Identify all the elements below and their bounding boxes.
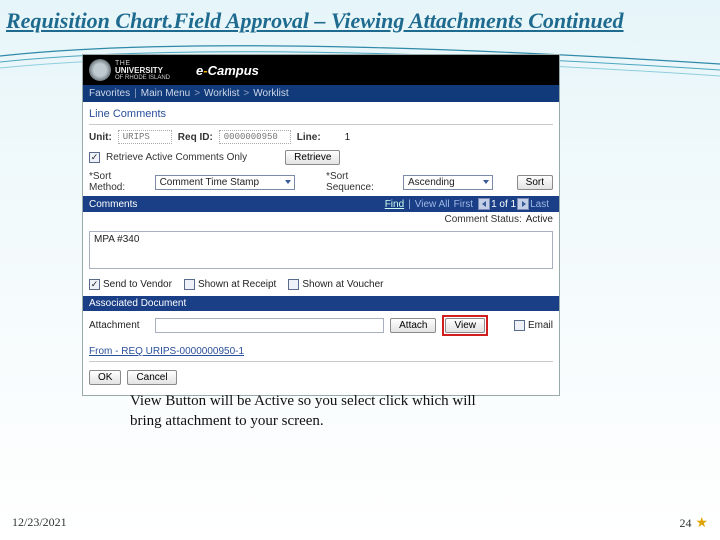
comment-textarea[interactable]: MPA #340: [89, 231, 553, 269]
section-line-comments: Line Comments: [83, 102, 559, 122]
attachment-field[interactable]: [155, 318, 384, 333]
nav-mainmenu[interactable]: Main Menu: [141, 88, 190, 99]
shown-receipt-label: Shown at Receipt: [198, 279, 276, 290]
app-screenshot: THE UNIVERSITY OF RHODE ISLAND e-Campus …: [82, 54, 560, 396]
line-label: Line:: [297, 132, 321, 143]
email-checkbox[interactable]: [514, 320, 525, 331]
attach-button[interactable]: Attach: [390, 318, 436, 333]
unit-value: URIPS: [118, 130, 172, 144]
attachment-label: Attachment: [89, 320, 149, 331]
find-link[interactable]: Find: [385, 199, 404, 210]
uri-line2: UNIVERSITY: [115, 67, 170, 75]
unit-label: Unit:: [89, 132, 112, 143]
nav-worklist1[interactable]: Worklist: [204, 88, 239, 99]
star-icon: ★: [695, 515, 708, 532]
last-link[interactable]: Last: [530, 199, 549, 210]
view-button-highlight: View: [442, 315, 488, 336]
comments-bar: Comments Find | View All First 1 of 1 La…: [83, 196, 559, 212]
slide-title: Requisition Chart.Field Approval – Viewi…: [0, 0, 720, 40]
ecampus-brand: e-Campus: [196, 63, 259, 78]
email-label: Email: [528, 320, 553, 331]
nav-worklist2[interactable]: Worklist: [253, 88, 288, 99]
ecampus-rest: Campus: [208, 63, 259, 78]
comment-status-value: Active: [526, 214, 553, 225]
ok-button[interactable]: OK: [89, 370, 121, 385]
slide-page-number: 24: [679, 516, 691, 531]
line-value: 1: [345, 132, 351, 143]
from-req-link[interactable]: From - REQ URIPS-0000000950-1: [83, 340, 559, 359]
sortmethod-label: *Sort Method:: [89, 171, 149, 193]
shown-voucher-label: Shown at Voucher: [302, 279, 383, 290]
app-header: THE UNIVERSITY OF RHODE ISLAND e-Campus: [83, 55, 559, 85]
associated-document-bar: Associated Document: [83, 296, 559, 311]
sortseq-select[interactable]: Ascending: [403, 175, 493, 190]
sortseq-label: *Sort Sequence:: [326, 171, 397, 193]
cancel-button[interactable]: Cancel: [127, 370, 176, 385]
retrieve-button[interactable]: Retrieve: [285, 150, 340, 165]
slide-caption: View Button will be Active so you select…: [130, 392, 490, 431]
uri-line3: OF RHODE ISLAND: [115, 75, 170, 81]
reqid-label: Req ID:: [178, 132, 213, 143]
comment-status-label: Comment Status:: [445, 214, 522, 225]
retrieve-active-checkbox[interactable]: ✓: [89, 152, 100, 163]
viewall-link[interactable]: View All: [415, 199, 450, 210]
breadcrumb-sep: >: [194, 88, 200, 99]
shown-receipt-checkbox[interactable]: [184, 279, 195, 290]
retrieve-active-label: Retrieve Active Comments Only: [106, 152, 247, 163]
slide-date: 12/23/2021: [12, 515, 67, 532]
crest-icon: [89, 59, 111, 81]
reqid-value: 0000000950: [219, 130, 291, 144]
university-logo: THE UNIVERSITY OF RHODE ISLAND: [83, 57, 176, 83]
nav-favorites[interactable]: Favorites: [89, 88, 130, 99]
send-vendor-label: Send to Vendor: [103, 279, 172, 290]
pager-count: 1 of 1: [491, 199, 516, 210]
comments-bar-label: Comments: [89, 199, 137, 210]
view-button[interactable]: View: [445, 318, 485, 333]
breadcrumb-nav: Favorites | Main Menu > Worklist > Workl…: [83, 85, 559, 102]
pager-next-icon[interactable]: [517, 198, 529, 210]
shown-voucher-checkbox[interactable]: [288, 279, 299, 290]
pager-prev-icon[interactable]: [478, 198, 490, 210]
send-vendor-checkbox[interactable]: ✓: [89, 279, 100, 290]
first-link[interactable]: First: [454, 199, 473, 210]
sort-button[interactable]: Sort: [517, 175, 553, 190]
breadcrumb-sep2: >: [243, 88, 249, 99]
sortmethod-select[interactable]: Comment Time Stamp: [155, 175, 295, 190]
